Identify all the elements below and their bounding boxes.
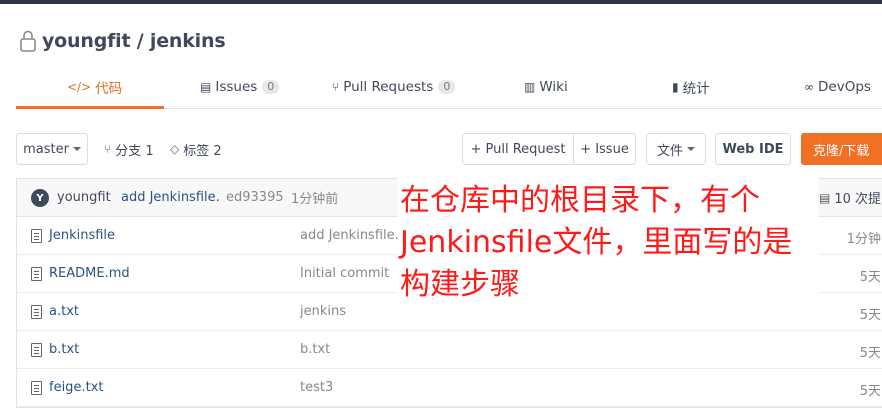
commit-time: 1分钟前 [291, 192, 339, 207]
history-icon: ▤ [819, 190, 831, 205]
new-issue-button[interactable]: + Issue [573, 134, 635, 164]
devops-icon: ∞ [804, 80, 814, 94]
tab-label: DevOps [818, 79, 871, 95]
file-icon [31, 305, 42, 319]
file-commit-message[interactable]: b.txt [300, 342, 330, 357]
wiki-icon: ▥ [524, 80, 536, 94]
avatar[interactable]: Y [31, 189, 49, 207]
file-menu-label: 文件 [656, 143, 683, 159]
file-name[interactable]: b.txt [49, 342, 79, 357]
branch-icon: ⑂ [104, 142, 112, 156]
tab-label: Issues [215, 79, 258, 95]
repo-title[interactable]: youngfit / jenkins [42, 30, 226, 52]
clone-download-label: 克隆/下载 [813, 143, 870, 159]
file-row[interactable]: feige.txt test3 5天 [17, 369, 882, 407]
issues-icon: ▤ [200, 80, 212, 94]
web-ide-button[interactable]: Web IDE [715, 133, 791, 165]
tags-label: 标签 2 [183, 143, 222, 159]
tab-pull-requests[interactable]: ⑂ Pull Requests 0 [332, 66, 456, 108]
active-tab-indicator [16, 106, 164, 109]
commit-message[interactable]: add Jenkinsfile. [121, 190, 220, 205]
commits-count-link[interactable]: ▤ 10 次提 [819, 188, 882, 208]
branches-link[interactable]: ⑂ 分支 1 [104, 133, 154, 165]
stats-icon: ▮ [672, 80, 679, 94]
repo-toolbar: master ⑂ 分支 1 ◇ 标签 2 + Pull Request + Is… [16, 133, 882, 165]
file-commit-message[interactable]: test3 [300, 380, 333, 395]
file-commit-message[interactable]: add Jenkinsfile. [300, 228, 399, 243]
pull-requests-count-badge: 0 [438, 80, 456, 94]
annotation-note: 在仓库中的根目录下，有个Jenkinsfile文件，里面写的是构建步骤 [398, 178, 818, 306]
tab-wiki[interactable]: ▥ Wiki [524, 66, 568, 108]
commits-count: 10 次提 [834, 192, 882, 207]
branch-select-label: master [23, 141, 69, 157]
tab-label: Pull Requests [343, 79, 434, 95]
tab-label: 代码 [95, 81, 123, 97]
tag-icon: ◇ [170, 142, 180, 156]
clone-download-button[interactable]: 克隆/下载 [801, 133, 882, 165]
issues-count-badge: 0 [262, 80, 280, 94]
tab-stats[interactable]: ▮ 统计 [672, 66, 710, 108]
tab-label: Wiki [539, 79, 568, 95]
file-row[interactable]: b.txt b.txt 5天 [17, 331, 882, 369]
tab-code[interactable]: </> 代码 [67, 66, 122, 108]
file-time: 5天 [859, 346, 881, 361]
file-icon [31, 267, 42, 281]
file-icon [31, 381, 42, 395]
file-time: 5天 [859, 270, 881, 285]
code-icon: </> [67, 80, 92, 94]
file-menu-button[interactable]: 文件 [646, 133, 706, 165]
new-pull-request-button[interactable]: + Pull Request [463, 134, 573, 164]
tab-label: 统计 [682, 81, 710, 97]
file-name[interactable]: README.md [49, 266, 130, 281]
tab-devops[interactable]: ∞ DevOps [804, 66, 871, 108]
branch-select[interactable]: master [16, 133, 88, 165]
top-bar [0, 0, 882, 4]
file-icon [31, 229, 42, 243]
file-time: 1分钟 [846, 232, 881, 247]
chevron-down-icon [72, 147, 81, 151]
file-name[interactable]: feige.txt [49, 380, 103, 395]
repo-header: youngfit / jenkins [18, 28, 226, 54]
file-commit-message[interactable]: jenkins [300, 304, 346, 319]
repo-tabs: </> 代码 ▤ Issues 0 ⑂ Pull Requests 0 ▥ Wi… [16, 66, 882, 109]
file-time: 5天 [859, 308, 881, 323]
branches-label: 分支 1 [115, 143, 154, 159]
file-name[interactable]: a.txt [49, 304, 79, 319]
pull-request-icon: ⑂ [332, 80, 340, 94]
tab-issues[interactable]: ▤ Issues 0 [200, 66, 280, 108]
pr-issue-group: + Pull Request + Issue [462, 133, 636, 165]
file-time: 5天 [859, 384, 881, 399]
commit-author[interactable]: youngfit [57, 190, 111, 205]
tags-link[interactable]: ◇ 标签 2 [170, 133, 222, 165]
file-name[interactable]: Jenkinsfile [49, 228, 115, 243]
lock-icon [20, 30, 36, 52]
chevron-down-icon [687, 147, 695, 151]
file-commit-message[interactable]: Initial commit [300, 266, 389, 281]
file-icon [31, 343, 42, 357]
commit-sha[interactable]: ed93395 [226, 190, 284, 205]
